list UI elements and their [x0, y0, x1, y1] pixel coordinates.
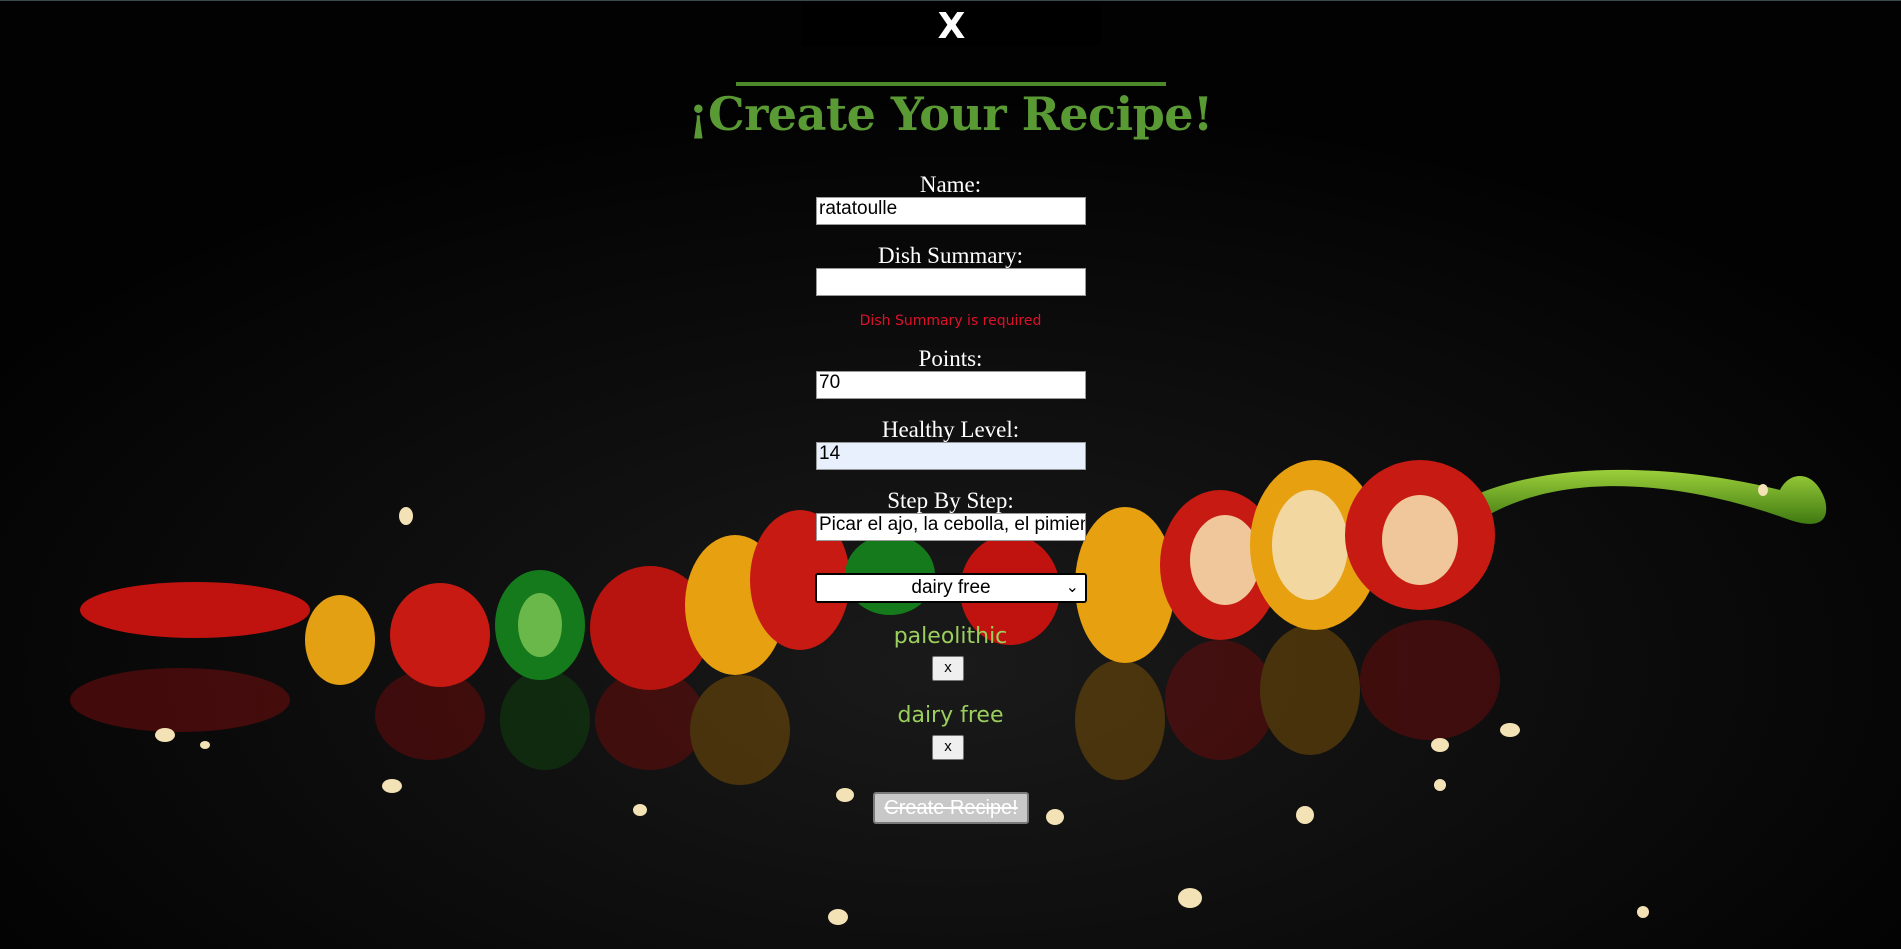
- summary-error-message: Dish Summary is required: [859, 313, 1042, 329]
- diet-tag-label: dairy free: [897, 703, 1004, 728]
- name-input[interactable]: ratatoulle: [816, 197, 1086, 225]
- healthy-level-label: Healthy Level:: [881, 417, 1020, 442]
- diet-tag-label: paleolithic: [893, 624, 1008, 649]
- name-label: Name:: [919, 172, 982, 197]
- summary-label: Dish Summary:: [877, 243, 1024, 268]
- steps-input[interactable]: Picar el ajo, la cebolla, el pimiento: [816, 513, 1086, 541]
- diet-select[interactable]: dairy free ⌄: [815, 573, 1087, 603]
- remove-diet-button[interactable]: x: [932, 656, 964, 681]
- chevron-down-icon: ⌄: [1065, 579, 1079, 596]
- points-input[interactable]: 70: [816, 371, 1086, 399]
- summary-input[interactable]: [816, 268, 1086, 296]
- diet-select-value: dairy free: [911, 577, 991, 598]
- create-recipe-form: ¡Create Your Recipe! Name: ratatoulle Di…: [0, 0, 1901, 949]
- steps-label: Step By Step:: [887, 488, 1014, 513]
- create-recipe-button[interactable]: Create Recipe!: [873, 792, 1029, 824]
- remove-diet-button[interactable]: x: [932, 735, 964, 760]
- points-label: Points:: [918, 346, 983, 371]
- healthy-level-input[interactable]: 14: [816, 442, 1086, 470]
- page-title: ¡Create Your Recipe!: [688, 87, 1213, 141]
